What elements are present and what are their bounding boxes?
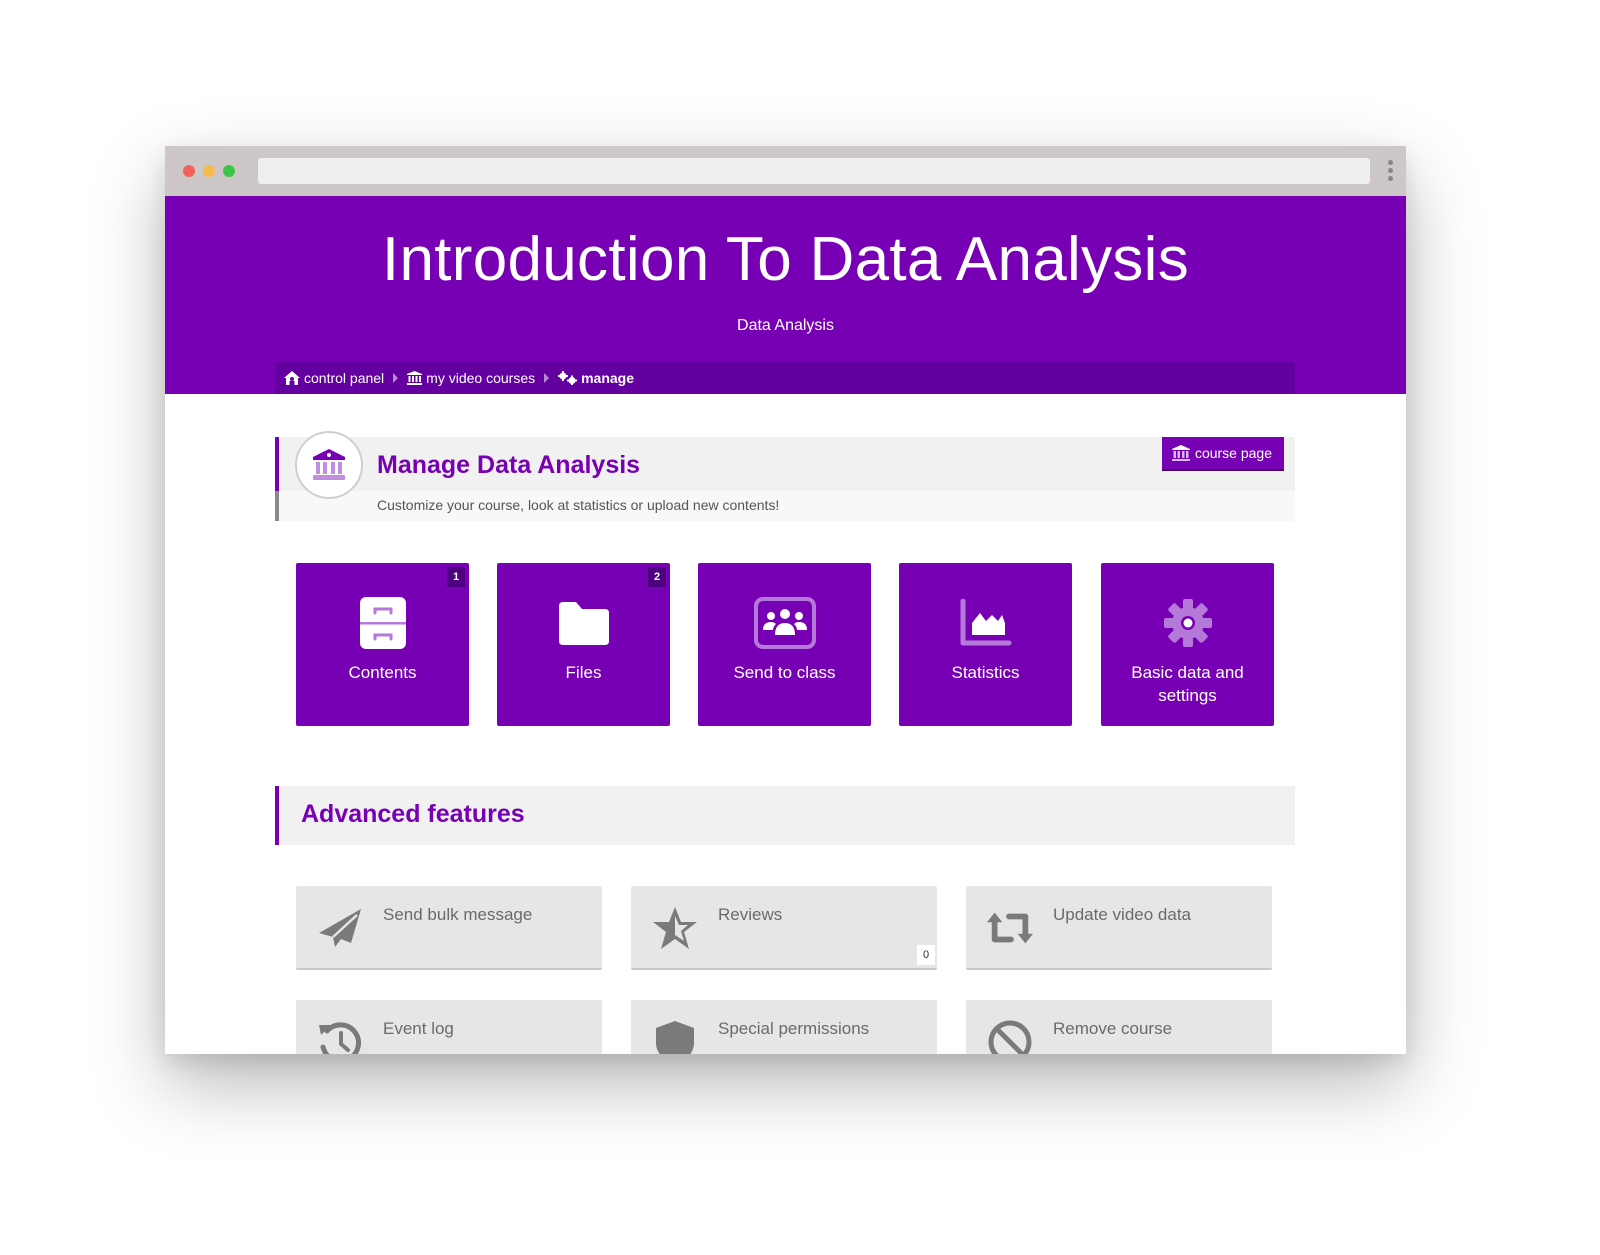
feature-special-permissions[interactable]: Special permissions <box>631 1000 937 1054</box>
advanced-features-title: Advanced features <box>301 800 525 828</box>
star-half-icon <box>653 907 697 949</box>
course-page-label: course page <box>1194 445 1272 461</box>
area-chart-icon <box>960 599 1011 646</box>
browser-chrome <box>165 146 1406 196</box>
breadcrumb-caret-icon <box>393 373 399 383</box>
window-minimize-button[interactable] <box>203 165 215 177</box>
feature-label: Special permissions <box>718 1019 870 1038</box>
address-bar[interactable] <box>258 158 1370 184</box>
retweet-icon <box>986 912 1034 944</box>
feature-event-log[interactable]: Event log <box>296 1000 602 1054</box>
breadcrumb-label: my video courses <box>426 370 536 386</box>
paper-plane-icon <box>319 909 361 947</box>
tile-basic-data-settings[interactable]: Basic data and settings <box>1101 563 1274 726</box>
feature-reviews[interactable]: Reviews 0 <box>631 886 937 970</box>
manage-title-course: Data Analysis <box>477 451 641 479</box>
manage-panel: Manage Data Analysis Customize your cour… <box>275 431 1295 521</box>
count-badge: 0 <box>917 945 935 965</box>
breadcrumb-label: control panel <box>304 370 385 386</box>
course-page-button[interactable]: course page <box>1161 437 1284 469</box>
tile-label: Send to class <box>733 663 836 682</box>
course-title: Introduction To Data Analysis <box>381 225 1190 294</box>
feature-label: Reviews <box>718 905 783 924</box>
breadcrumb-my-video-courses[interactable]: my video courses <box>407 370 535 386</box>
tile-label: Statistics <box>951 663 1020 682</box>
breadcrumb-caret-icon <box>544 373 550 383</box>
ban-icon <box>988 1020 1032 1054</box>
gear-icon <box>1163 599 1212 647</box>
tile-label: Basic data and settings <box>1131 663 1244 705</box>
feature-label: Send bulk message <box>383 905 533 924</box>
manage-description: Customize your course, look at statistic… <box>377 497 780 513</box>
feature-label: Update video data <box>1053 905 1191 924</box>
manage-title: Manage Data Analysis <box>377 451 640 480</box>
institution-icon <box>1171 445 1190 461</box>
institution-icon <box>407 371 423 385</box>
shield-icon <box>656 1021 694 1054</box>
manage-title-prefix: Manage <box>377 451 471 479</box>
folder-icon <box>558 602 609 645</box>
tile-label: Contents <box>348 663 417 682</box>
breadcrumb-control-panel[interactable]: control panel <box>284 370 384 386</box>
feature-send-bulk-message[interactable]: Send bulk message <box>296 886 602 970</box>
history-icon <box>319 1022 361 1054</box>
users-screen-icon <box>753 597 816 649</box>
tile-label: Files <box>565 663 602 682</box>
gears-icon <box>558 371 578 385</box>
home-icon <box>284 371 300 385</box>
main-tiles: 1 Contents 2 Files Send to class Statist… <box>296 563 1275 726</box>
institution-icon <box>313 449 345 480</box>
browser-window: Introduction To Data Analysis Data Analy… <box>165 146 1406 1054</box>
feature-update-video-data[interactable]: Update video data <box>966 886 1272 970</box>
window-maximize-button[interactable] <box>223 165 235 177</box>
count-badge: 2 <box>648 567 666 587</box>
feature-label: Event log <box>383 1019 454 1038</box>
breadcrumb: control panel my video courses manage <box>275 362 1295 394</box>
tile-contents[interactable]: 1 Contents <box>296 563 469 726</box>
tile-files[interactable]: 2 Files <box>497 563 670 726</box>
course-avatar <box>295 431 363 499</box>
file-cabinet-icon <box>359 597 406 649</box>
advanced-features-header: Advanced features <box>275 786 1295 845</box>
breadcrumb-label: manage <box>581 370 635 386</box>
course-subtitle: Data Analysis <box>737 317 834 334</box>
breadcrumb-manage[interactable]: manage <box>558 370 634 386</box>
feature-remove-course[interactable]: Remove course <box>966 1000 1272 1054</box>
browser-menu-icon[interactable] <box>1388 160 1394 184</box>
window-close-button[interactable] <box>183 165 195 177</box>
count-badge: 1 <box>447 567 465 587</box>
feature-label: Remove course <box>1053 1019 1173 1038</box>
tile-send-to-class[interactable]: Send to class <box>698 563 871 726</box>
course-hero: Introduction To Data Analysis Data Analy… <box>165 196 1406 394</box>
tile-statistics[interactable]: Statistics <box>899 563 1072 726</box>
